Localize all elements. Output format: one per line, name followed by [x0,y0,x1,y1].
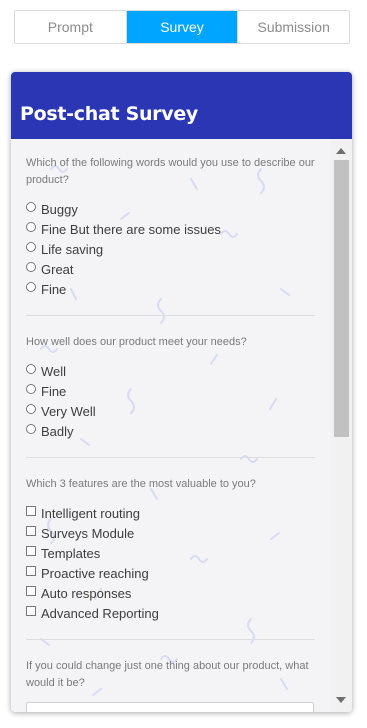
checkbox[interactable] [26,606,36,616]
checkbox[interactable] [26,546,36,556]
q3-option-templates[interactable]: Templates [26,543,315,563]
radio-button[interactable] [26,424,36,434]
survey-header: Post-chat Survey [11,72,352,139]
divider [26,315,315,316]
q1-option-life-saving[interactable]: Life saving [26,239,315,259]
checkbox[interactable] [26,506,36,516]
q3-option-advanced-reporting[interactable]: Advanced Reporting [26,603,315,623]
radio-button[interactable] [26,404,36,414]
q2-option-badly[interactable]: Badly [26,421,315,441]
checkbox[interactable] [26,586,36,596]
question-3: Which 3 features are the most valuable t… [26,478,256,490]
tab-prompt[interactable]: Prompt [15,11,127,43]
q1-option-great[interactable]: Great [26,259,315,279]
survey-title: Post-chat Survey [20,103,199,125]
q3-option-proactive-reaching[interactable]: Proactive reaching [26,563,315,583]
q1-option-fine-issues[interactable]: Fine But there are some issues [26,219,315,239]
divider [26,639,315,640]
scroll-up-icon[interactable] [336,148,346,154]
question-4: If you could change just one thing about… [26,660,309,689]
q3-option-auto-responses[interactable]: Auto responses [26,583,315,603]
scrollbar-thumb[interactable] [334,160,349,437]
divider [26,457,315,458]
survey-card: Post-chat Survey Which of the following … [11,72,352,712]
radio-button[interactable] [26,262,36,272]
radio-button[interactable] [26,202,36,212]
q2-option-very-well[interactable]: Very Well [26,401,315,421]
q3-option-intelligent-routing[interactable]: Intelligent routing [26,503,315,523]
radio-button[interactable] [26,222,36,232]
radio-button[interactable] [26,384,36,394]
survey-body: Which of the following words would you u… [11,139,352,712]
question-2: How well does our product meet your need… [26,336,247,348]
q1-option-buggy[interactable]: Buggy [26,199,315,219]
radio-button[interactable] [26,282,36,292]
checkbox[interactable] [26,526,36,536]
radio-button[interactable] [26,242,36,252]
q1-option-fine[interactable]: Fine [26,279,315,299]
q4-answer-input[interactable] [26,702,314,712]
question-1: Which of the following words would you u… [26,157,315,186]
q2-option-fine[interactable]: Fine [26,381,315,401]
survey-content: Which of the following words would you u… [11,139,331,712]
q3-option-surveys-module[interactable]: Surveys Module [26,523,315,543]
scroll-down-icon[interactable] [336,697,346,703]
tab-submission[interactable]: Submission [238,11,350,43]
checkbox[interactable] [26,566,36,576]
scrollbar[interactable] [331,139,352,712]
tab-survey[interactable]: Survey [126,11,239,43]
tab-bar: Prompt Survey Submission [14,10,350,44]
radio-button[interactable] [26,364,36,374]
q2-option-well[interactable]: Well [26,361,315,381]
